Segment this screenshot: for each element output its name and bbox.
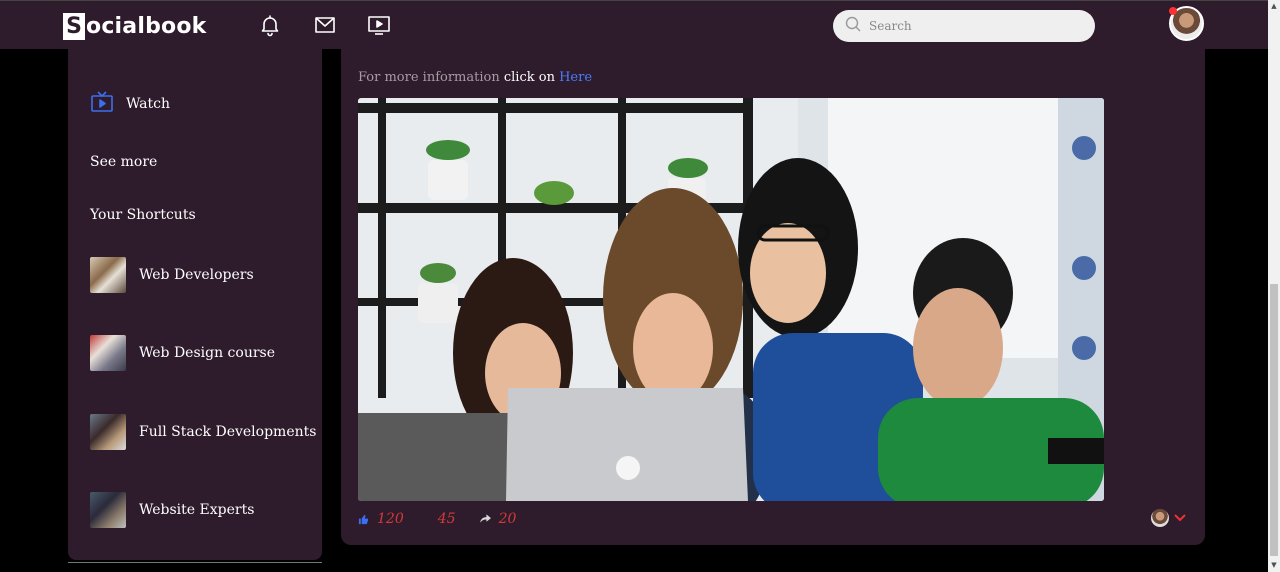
shortcuts-heading: Your Shortcuts [90,207,196,223]
shortcut-item[interactable]: Web Developers [90,257,254,293]
like-button[interactable]: 120 [358,511,404,527]
shortcut-label: Web Developers [139,267,254,283]
mail-icon[interactable] [313,13,337,37]
post-text: For more information click on Here [358,70,592,85]
post-author-avatar [1151,509,1169,527]
shortcuts-heading-label: Your Shortcuts [90,207,196,223]
shortcut-thumbnail [90,335,126,371]
shortcut-label: Website Experts [139,502,255,518]
bell-icon[interactable] [258,13,282,37]
scroll-thumb[interactable] [1270,284,1278,556]
logo-letter: S [63,12,85,40]
team-photo [358,98,1104,501]
sidebar-item-watch[interactable]: Watch [90,91,170,117]
sidebar-item-label: Watch [126,96,171,112]
thumbs-up-icon [358,514,369,524]
shortcut-label: Web Design course [139,345,275,361]
post-link[interactable]: Here [559,70,592,85]
search-icon [845,16,861,36]
post-click-text: click on [503,70,560,85]
comment-button[interactable]: 45 [428,511,456,527]
watch-icon [90,91,114,117]
like-count: 120 [377,511,404,527]
scroll-up-arrow[interactable]: ▲ [1270,2,1278,10]
share-icon [479,514,491,523]
shortcut-item[interactable]: Web Design course [90,335,275,371]
shortcut-item[interactable]: Full Stack Developments [90,414,316,450]
video-icon[interactable] [367,13,391,37]
logo-text: ocialbook [86,13,207,39]
top-navbar: S ocialbook [0,0,1268,49]
post-image[interactable] [358,98,1104,501]
divider [68,562,322,563]
post-profile-menu[interactable] [1151,509,1187,527]
post-card: For more information click on Here 120 4… [341,49,1205,545]
page: S ocialbook Search Watch See more Your S… [0,0,1280,572]
post-info-text: For more information [358,70,504,85]
shortcut-thumbnail [90,492,126,528]
page-scrollbar[interactable]: ▲ ▼ [1268,0,1280,572]
notification-dot [1169,7,1177,15]
post-actions: 120 45 20 [358,511,540,527]
logo[interactable]: S ocialbook [63,11,207,41]
chevron-down-icon [1174,514,1186,522]
scroll-down-arrow[interactable]: ▼ [1270,561,1278,569]
comment-count: 45 [437,511,456,527]
shortcut-label: Full Stack Developments [139,424,317,440]
share-button[interactable]: 20 [479,511,517,527]
search-input[interactable] [869,19,1079,33]
see-more-link[interactable]: See more [90,154,157,170]
shortcut-thumbnail [90,257,126,293]
see-more-label: See more [90,154,158,170]
share-count: 20 [498,511,517,527]
shortcut-item[interactable]: Website Experts [90,492,254,528]
left-sidebar: Watch See more Your Shortcuts Web Develo… [68,49,322,560]
shortcut-thumbnail [90,414,126,450]
search-bar[interactable] [833,10,1095,42]
